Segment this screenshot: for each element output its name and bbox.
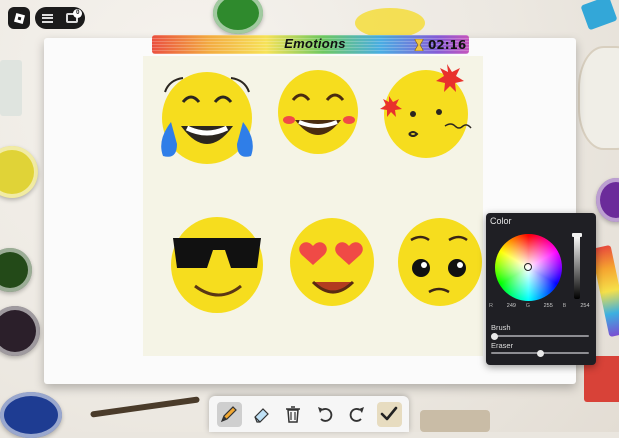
- roblox-logo-button[interactable]: [8, 7, 30, 29]
- brush-size-thumb[interactable]: [491, 332, 498, 340]
- rgb-value-b[interactable]: 254: [577, 303, 593, 309]
- color-panel: Color R 249 G 255 B 254 Brush Eraser: [486, 213, 596, 365]
- color-panel-title: Color: [490, 216, 512, 226]
- blue-paint-jar: [0, 392, 62, 438]
- brightness-slider[interactable]: [574, 235, 580, 299]
- emoji-pleading: [398, 218, 482, 306]
- dark-paint-jar: [0, 306, 40, 356]
- emoji-sunglasses: [171, 217, 263, 313]
- dark-green-paint-jar: [0, 248, 32, 292]
- color-wheel[interactable]: [495, 234, 562, 301]
- prompt-title: Emotions: [284, 36, 346, 51]
- brushes-bottom: [420, 410, 490, 432]
- blue-paint-tube: [580, 0, 618, 31]
- purple-paint-jar: [596, 178, 619, 222]
- brightness-slider-knob[interactable]: [572, 233, 582, 237]
- drawing-canvas[interactable]: [143, 56, 483, 356]
- eraser-size-label: Eraser: [491, 341, 514, 350]
- timer-text: 02:16: [428, 38, 467, 52]
- pencil-button[interactable]: [216, 401, 242, 427]
- eraser-icon: [254, 408, 269, 423]
- green-paint-jar: [213, 0, 263, 34]
- brush-size-label: Brush: [491, 323, 511, 332]
- emoji-laughing-tears: [161, 72, 253, 164]
- paint-tube-left: [0, 60, 22, 116]
- chat-icon[interactable]: 0: [66, 9, 83, 23]
- chat-badge: 0: [73, 9, 83, 18]
- hourglass-icon: [414, 39, 424, 51]
- trash-icon: [286, 406, 300, 423]
- yellow-paint-splash: [355, 8, 425, 38]
- undo-button[interactable]: [313, 402, 338, 427]
- rgb-value-r[interactable]: 249: [503, 303, 519, 309]
- emoji-grinning: [278, 70, 358, 154]
- clear-button[interactable]: [281, 402, 306, 427]
- eraser-size-slider[interactable]: [491, 349, 589, 357]
- emoji-angry: [380, 64, 472, 158]
- rgb-label-r: R: [489, 303, 493, 309]
- undo-icon: [318, 407, 333, 422]
- timer-display: 02:16: [414, 37, 466, 53]
- emoji-drawings: [161, 64, 482, 313]
- redo-button[interactable]: [345, 402, 370, 427]
- drawing-toolbar: [209, 396, 409, 432]
- yellow-paint-jar: [0, 146, 38, 198]
- eraser-button[interactable]: [249, 402, 274, 427]
- wood-shavings: [578, 46, 619, 150]
- checkmark-icon: [380, 406, 398, 421]
- rgb-value-g[interactable]: 255: [540, 303, 556, 309]
- paint-brush: [90, 396, 200, 418]
- brush-size-slider[interactable]: [491, 332, 589, 340]
- redo-icon: [349, 407, 364, 422]
- rgb-label-b: B: [562, 303, 567, 309]
- emoji-heart-eyes: [290, 218, 374, 306]
- eraser-size-thumb[interactable]: [536, 349, 544, 357]
- menu-icon[interactable]: [41, 13, 53, 23]
- roblox-menu-pill: 0: [35, 7, 85, 29]
- rgb-readout: R 249 G 255 B 254: [489, 303, 593, 309]
- color-wheel-marker[interactable]: [524, 263, 532, 271]
- pencil-icon: [220, 406, 237, 423]
- submit-button[interactable]: [376, 401, 402, 427]
- rgb-label-g: G: [525, 303, 531, 309]
